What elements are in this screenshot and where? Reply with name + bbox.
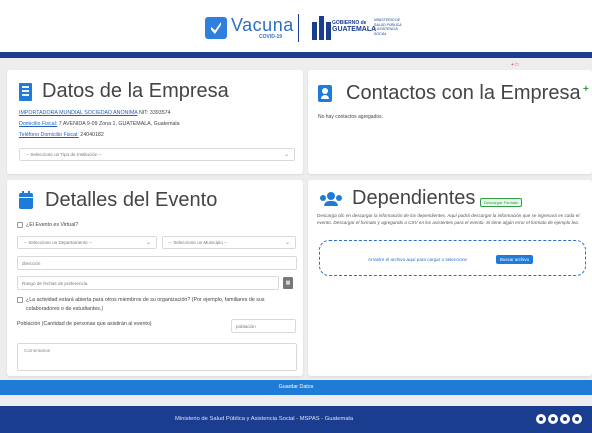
- msp-logo-text: MINISTERIO DE SALUD PÚBLICA Y ASISTENCIA…: [374, 18, 402, 36]
- top-marker: + □: [511, 62, 519, 68]
- municipality-value: -- Seleccione un Municipio --: [169, 240, 228, 245]
- footer: Ministerio de Salud Pública y Asistencia…: [0, 406, 592, 433]
- building-icon: [19, 82, 32, 101]
- event-title: Detalles del Evento: [19, 189, 217, 212]
- company-panel: Datos de la Empresa IMPORTADORA MUNDIAL …: [7, 70, 303, 174]
- date-range-input[interactable]: Rango de fechas de preferencia: [17, 276, 279, 290]
- contacts-title-text: Contactos con la Empresa: [346, 82, 581, 104]
- department-value: -- Seleccione un Departamento --: [24, 240, 92, 245]
- users-icon: [320, 191, 342, 206]
- phone-label: Teléfono Domicilio Fiscal:: [19, 132, 79, 138]
- open-activity-label: ¿La actividad estará abierta para otros …: [26, 297, 265, 312]
- company-name-line: IMPORTADORA MUNDIAL SOCIEDAD ANONIMA NIT…: [19, 110, 301, 116]
- chevron-down-icon: ⌄: [283, 152, 289, 158]
- population-placeholder: población: [236, 324, 256, 329]
- download-format-button[interactable]: Descargar Formato: [480, 198, 523, 207]
- population-label: Población (Cantidad de personas que asis…: [17, 321, 152, 327]
- address-value: 7 AVENIDA 9-09 Zona 1, GUATEMALA, Guatem…: [58, 121, 180, 127]
- event-title-text: Detalles del Evento: [45, 189, 218, 211]
- vacuna-logo-subtitle: COVID-19: [259, 34, 283, 40]
- gobierno-logo: GOBIERNO de GUATEMALA: [332, 20, 376, 34]
- address-input[interactable]: dirección: [17, 256, 297, 270]
- comments-textarea[interactable]: Comentarios: [17, 343, 297, 371]
- facebook-icon[interactable]: [536, 414, 546, 424]
- date-range-placeholder: Rango de fechas de preferencia: [22, 281, 88, 286]
- vacuna-logo-title: Vacuna: [231, 15, 294, 35]
- gobierno-mark-icon: [312, 15, 331, 40]
- gobierno-line-2: GUATEMALA: [332, 26, 377, 33]
- company-title-text: Datos de la Empresa: [42, 80, 229, 102]
- file-drop-zone[interactable]: Arrastre el archivo aquí para cargar o s…: [319, 240, 586, 276]
- company-title: Datos de la Empresa: [19, 80, 229, 103]
- virtual-event-label: ¿El Evento es Virtual?: [26, 222, 79, 228]
- ministry-footer-text: Ministerio de Salud Pública y Asistencia…: [175, 416, 354, 422]
- calendar-small-icon[interactable]: ▦: [283, 277, 293, 289]
- dependents-panel: Dependientes Descargar Formato Descarga …: [308, 180, 592, 376]
- youtube-icon[interactable]: [572, 414, 582, 424]
- contact-card-icon: [318, 85, 332, 102]
- open-activity-checkbox[interactable]: [17, 297, 23, 303]
- contacts-empty-message: No hay contactos agregados.: [318, 114, 384, 120]
- add-contact-button[interactable]: +: [583, 84, 589, 95]
- department-select[interactable]: -- Seleccione un Departamento -- ⌄: [17, 236, 157, 249]
- header-bar: [0, 52, 592, 58]
- header: Vacuna COVID-19 GOBIERNO de GUATEMALA MI…: [0, 0, 592, 52]
- dependents-description: Descarga clic en descargar la informació…: [317, 213, 580, 225]
- nit-label: NIT:: [139, 110, 149, 116]
- municipality-select[interactable]: -- Seleccione un Municipio -- ⌄: [162, 236, 296, 249]
- company-name: IMPORTADORA MUNDIAL SOCIEDAD ANONIMA: [19, 110, 138, 116]
- address-label: Domicilio Fiscal:: [19, 121, 58, 127]
- chevron-down-icon: ⌄: [145, 240, 151, 246]
- nit-value: 3393574: [149, 110, 171, 116]
- contacts-title: Contactos con la Empresa: [318, 82, 581, 105]
- population-input[interactable]: población: [231, 319, 296, 333]
- institution-type-select[interactable]: -- Seleccione un Tipo de Institución -- …: [19, 148, 295, 161]
- comments-placeholder: Comentarios: [24, 348, 51, 353]
- drop-zone-text: Arrastre el archivo aquí para cargar o s…: [368, 257, 468, 262]
- social-links: [536, 414, 582, 424]
- vacuna-mark-icon: [205, 17, 227, 39]
- event-panel: Detalles del Evento ¿El Evento es Virtua…: [7, 180, 303, 376]
- contacts-panel: Contactos con la Empresa + No hay contac…: [308, 70, 592, 174]
- dependents-title: Dependientes: [320, 187, 475, 210]
- logo-divider: [298, 14, 299, 42]
- virtual-event-checkbox[interactable]: [17, 222, 23, 228]
- twitter-icon[interactable]: [548, 414, 558, 424]
- address-placeholder: dirección: [22, 261, 41, 266]
- dependents-title-text: Dependientes: [352, 187, 476, 209]
- calendar-icon: [19, 190, 33, 209]
- chevron-down-icon: ⌄: [284, 240, 290, 246]
- save-button[interactable]: Guardar Datos: [0, 380, 592, 395]
- phone-value: 24040182: [80, 132, 104, 138]
- address-line: Domicilio Fiscal: 7 AVENIDA 9-09 Zona 1,…: [19, 121, 301, 127]
- institution-type-value: -- Seleccione un Tipo de Institución --: [26, 152, 102, 157]
- instagram-icon[interactable]: [560, 414, 570, 424]
- browse-file-button[interactable]: Buscar archivo: [496, 255, 534, 264]
- vacuna-logo: Vacuna COVID-19: [205, 12, 294, 44]
- phone-line: Teléfono Domicilio Fiscal: 24040182: [19, 132, 301, 138]
